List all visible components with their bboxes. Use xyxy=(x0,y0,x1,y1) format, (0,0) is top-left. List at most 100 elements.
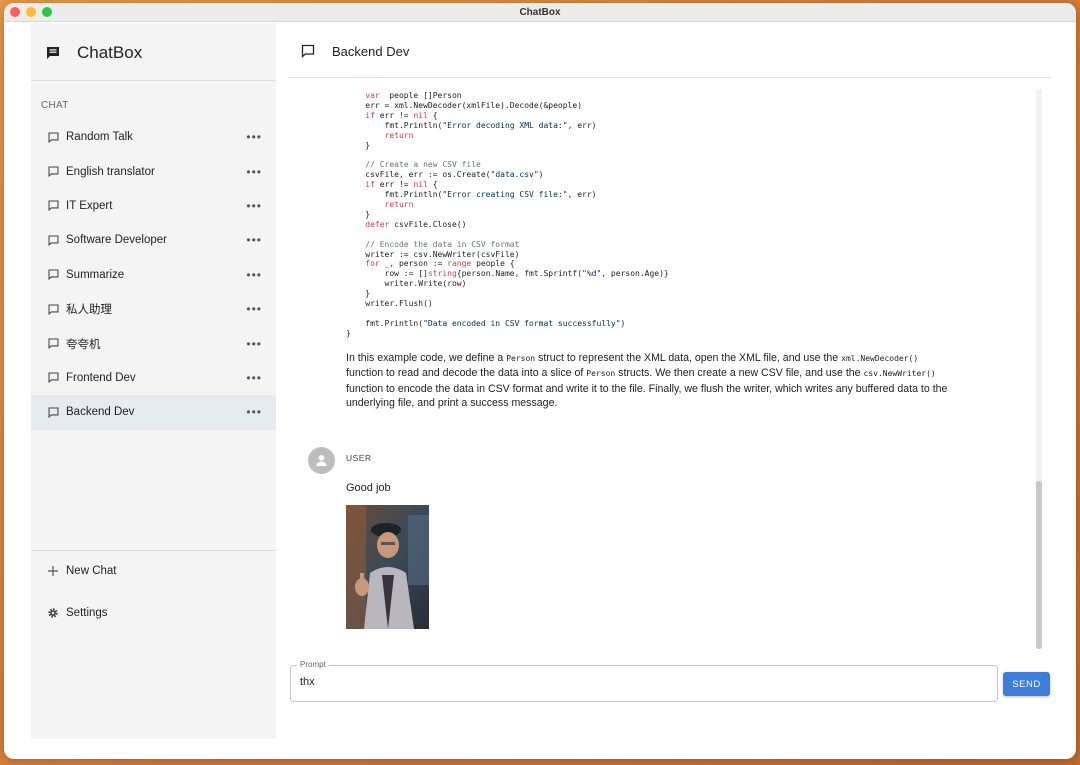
code-line: writer.Write(row) xyxy=(346,279,669,289)
code-line: fmt.Println("Data encoded in CSV format … xyxy=(346,319,669,329)
brand: ChatBox xyxy=(45,43,142,63)
sidebar-chat-item[interactable]: Frontend Dev ••• xyxy=(31,361,276,395)
code-token: fmt.Println( xyxy=(346,120,443,130)
inline-code: csv.NewWriter() xyxy=(863,369,936,379)
explanation-text: function to encode the data in CSV forma… xyxy=(346,382,948,410)
more-options-icon[interactable]: ••• xyxy=(246,405,262,419)
sidebar-divider xyxy=(31,80,276,81)
code-line: ​ xyxy=(346,230,669,240)
prompt-input[interactable] xyxy=(300,676,980,688)
code-line: defer csvFile.Close() xyxy=(346,220,669,230)
code-line: } xyxy=(346,210,669,220)
code-token: "Data encoded in CSV format successfully… xyxy=(423,318,621,328)
sidebar-chat-item[interactable]: 私人助理 ••• xyxy=(31,292,276,326)
plus-icon xyxy=(47,565,59,577)
user-message-text: Good job xyxy=(346,482,391,494)
more-options-icon[interactable]: ••• xyxy=(246,199,262,213)
more-options-icon[interactable]: ••• xyxy=(246,268,262,282)
code-line: return xyxy=(346,200,669,210)
more-options-icon[interactable]: ••• xyxy=(246,130,262,144)
more-options-icon[interactable]: ••• xyxy=(246,165,262,179)
send-button[interactable]: SEND xyxy=(1003,672,1050,696)
sidebar-chat-item[interactable]: Backend Dev ••• xyxy=(31,395,276,430)
code-token: ) xyxy=(620,318,626,328)
code-line: csvFile, err := os.Create("data.csv") xyxy=(346,170,669,180)
chat-bubble-outline-icon xyxy=(48,269,59,281)
code-block: var people []Person err = xml.NewDecoder… xyxy=(346,91,669,339)
message-scrollbar[interactable] xyxy=(1036,89,1042,649)
code-token: _, person := xyxy=(379,259,448,269)
code-token: err != xyxy=(374,180,414,190)
new-chat-button[interactable]: New Chat xyxy=(31,550,276,592)
code-token: writer := csv.NewWriter(csvFile) xyxy=(346,249,520,259)
message-role: USER xyxy=(346,453,372,463)
sidebar-chat-item[interactable]: Summarize ••• xyxy=(31,258,276,292)
code-token: , err) xyxy=(567,120,597,130)
sidebar-chat-item[interactable]: 夸夸机 ••• xyxy=(31,326,276,360)
code-token: fmt.Println( xyxy=(346,190,443,200)
sidebar-chat-label: 私人助理 xyxy=(66,304,112,317)
attached-photo[interactable] xyxy=(346,505,429,629)
more-options-icon[interactable]: ••• xyxy=(246,371,262,385)
section-label: CHAT xyxy=(41,100,69,111)
chat-bubble-outline-icon xyxy=(48,372,59,384)
settings-button[interactable]: Settings xyxy=(31,592,276,634)
maximize-window-button[interactable] xyxy=(42,7,52,17)
sidebar-chat-item[interactable]: English translator ••• xyxy=(31,154,276,188)
code-line: return xyxy=(346,131,669,141)
sidebar-chat-label: Software Developer xyxy=(66,234,167,247)
sidebar-chat-item[interactable]: Software Developer ••• xyxy=(31,223,276,257)
code-line: writer := csv.NewWriter(csvFile) xyxy=(346,250,669,260)
chat-bubble-icon xyxy=(47,47,59,59)
sidebar-chat-label: 夸夸机 xyxy=(66,338,101,351)
code-line: row := []string{person.Name, fmt.Sprintf… xyxy=(346,269,669,279)
code-token: // Encode the data in CSV format xyxy=(346,239,520,249)
code-line: var people []Person xyxy=(346,91,669,101)
sidebar-chat-label: Frontend Dev xyxy=(66,371,136,384)
code-line: writer.Flush() xyxy=(346,299,669,309)
code-token: } xyxy=(346,289,371,299)
more-options-icon[interactable]: ••• xyxy=(246,302,262,316)
code-token: } xyxy=(346,328,351,338)
more-options-icon[interactable]: ••• xyxy=(246,233,262,247)
code-line: fmt.Println("Error creating CSV file:", … xyxy=(346,190,669,200)
chat-bubble-outline-icon xyxy=(48,132,59,143)
sidebar: ChatBox CHAT Random Talk ••• English trans… xyxy=(31,23,276,739)
sidebar-chat-label: English translator xyxy=(66,165,155,178)
title-bar: ChatBox xyxy=(4,3,1076,22)
code-token: err = xml.NewDecoder(xmlFile).Decode(&pe… xyxy=(346,100,583,110)
code-line: if err != nil { xyxy=(346,180,669,190)
message-list[interactable]: var people []Person err = xml.NewDecoder… xyxy=(290,89,1045,649)
sidebar-chat-label: IT Expert xyxy=(66,199,113,212)
code-token: // Create a new CSV file xyxy=(346,160,481,170)
person-icon xyxy=(316,455,327,467)
chat-header: Backend Dev xyxy=(300,43,409,59)
sidebar-chat-item[interactable]: IT Expert ••• xyxy=(31,189,276,223)
code-line: if err != nil { xyxy=(346,111,669,121)
code-token: ) xyxy=(538,170,544,180)
code-token: if xyxy=(346,180,375,190)
explanation-text: In this example code, we define a xyxy=(346,352,507,364)
code-token: "Error decoding XML data:" xyxy=(442,120,568,130)
code-token: { xyxy=(427,180,438,190)
close-window-button[interactable] xyxy=(10,7,20,17)
code-token: "%d" xyxy=(582,269,602,279)
chat-bubble-outline-icon xyxy=(48,304,59,315)
code-token: nil xyxy=(413,180,428,190)
code-token: people { xyxy=(471,259,515,269)
minimize-window-button[interactable] xyxy=(26,7,36,17)
sidebar-chat-item[interactable]: Random Talk ••• xyxy=(31,120,276,154)
app-window: ChatBox ChatBox CHAT Random Talk ••• Engli… xyxy=(4,3,1076,759)
code-token: nil xyxy=(413,110,428,120)
code-line: } xyxy=(346,289,669,299)
prompt-field[interactable]: Prompt xyxy=(290,660,998,702)
code-line: // Encode the data in CSV format xyxy=(346,240,669,250)
code-token: , person.Age)} xyxy=(601,269,669,279)
brand-title: ChatBox xyxy=(77,43,143,62)
more-options-icon[interactable]: ••• xyxy=(246,337,262,351)
code-line: // Create a new CSV file xyxy=(346,160,669,170)
code-line: for _, person := range people { xyxy=(346,259,669,269)
code-line: err = xml.NewDecoder(xmlFile).Decode(&pe… xyxy=(346,101,669,111)
scrollbar-thumb[interactable] xyxy=(1036,481,1042,649)
chat-bubble-outline-icon xyxy=(48,407,59,418)
